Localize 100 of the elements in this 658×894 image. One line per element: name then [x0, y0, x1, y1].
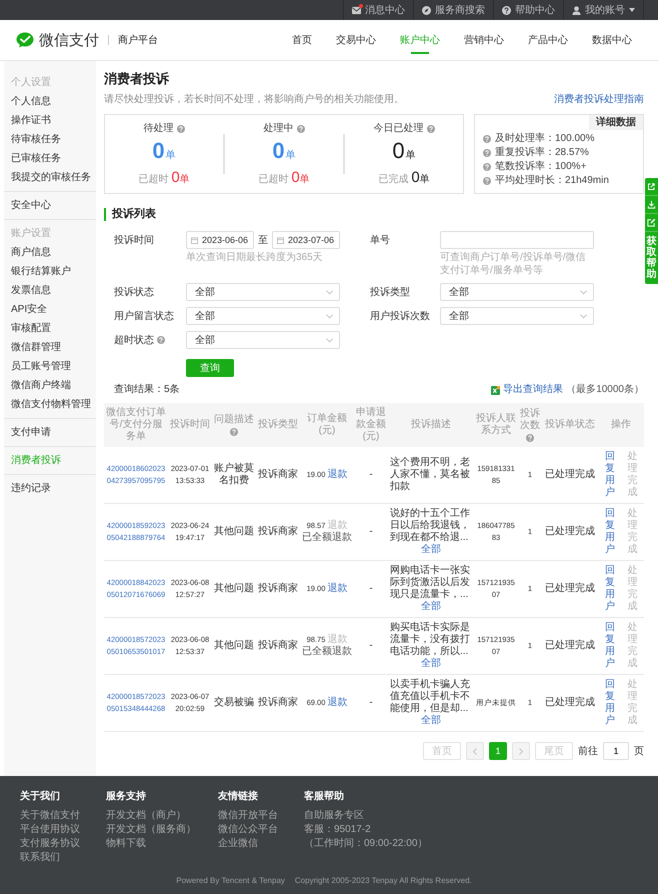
chevron-down-icon [326, 290, 333, 294]
sidebar-item[interactable]: 发票信息 [4, 281, 96, 300]
refund-link[interactable]: 退款 [327, 697, 348, 709]
column-header: 微信支付订单号/支付分服务单 [106, 407, 166, 442]
notice-text: 请尽快处理投诉，若长时间不处理，将影响商户号的相关功能使用。 [104, 93, 404, 106]
footer-link[interactable]: （工作时间：09:00-22:00） [304, 837, 428, 851]
footer-link[interactable]: 开发文档（商户） [106, 809, 186, 823]
reply-link[interactable]: 回复用户 [600, 451, 620, 499]
stat-text: 及时处理率：100.00% [495, 132, 594, 146]
date-field[interactable]: 2023-07-06 [272, 231, 340, 249]
select-field[interactable]: 全部 [186, 331, 340, 349]
stat-text: 平均处理时长：21h49min [495, 174, 609, 188]
description-text: 这个费用不明，老人家不懂，莫名被扣款 [390, 457, 471, 493]
footer-link[interactable]: 客服：95017-2 [304, 823, 371, 837]
sidebar-item[interactable]: API安全 [4, 300, 96, 319]
help-icon [483, 177, 491, 185]
sidebar-item[interactable]: 微信群管理 [4, 338, 96, 357]
sidebar-heading: 账户设置 [10, 226, 52, 241]
sidebar-item[interactable]: 审核配置 [4, 319, 96, 338]
sidebar-item[interactable]: 支付申请 [4, 423, 96, 442]
nav-tab[interactable]: 交易中心 [324, 20, 388, 60]
download-icon[interactable] [647, 200, 656, 209]
page-input[interactable]: 1 [603, 742, 629, 760]
sidebar-item[interactable]: 银行结算账户 [4, 262, 96, 281]
search-button[interactable]: 查询 [186, 359, 234, 377]
view-all-link[interactable]: 全部 [390, 715, 472, 727]
date-field[interactable]: 2023-06-06 [186, 231, 254, 249]
refund-amount-text: - [368, 526, 374, 538]
input-field[interactable] [440, 231, 594, 249]
top-bar-link[interactable]: 我的账号 [563, 0, 644, 20]
refund-link[interactable]: 退款 [327, 583, 348, 595]
view-all-link[interactable]: 全部 [390, 658, 472, 670]
field-hint: 单次查询日期最长跨度为365天 [186, 252, 324, 264]
result-count: 查询结果：5条 [113, 383, 180, 397]
nav-tab[interactable]: 产品中心 [516, 20, 580, 60]
filter-label: 单号 [370, 234, 390, 247]
refund-status-text: 已全额退款 [302, 532, 352, 544]
refund-amount-text: - [368, 469, 374, 481]
page-number-button[interactable]: 1 [489, 742, 507, 760]
sidebar-item[interactable]: 待审核任务 [4, 130, 96, 149]
sidebar-item[interactable]: 个人信息 [4, 92, 96, 111]
details-button[interactable]: 详细数据 [589, 115, 643, 130]
sidebar-item[interactable]: 我提交的审核任务 [4, 168, 96, 187]
calendar-icon [277, 236, 284, 244]
footer-link[interactable]: 物料下载 [106, 837, 146, 851]
help-icon [483, 135, 491, 143]
select-field[interactable]: 全部 [186, 283, 340, 301]
footer-link[interactable]: 企业微信 [218, 837, 258, 851]
select-field[interactable]: 全部 [440, 283, 594, 301]
nav-tab[interactable]: 首页 [280, 20, 324, 60]
view-all-link[interactable]: 全部 [390, 601, 472, 613]
spreadsheet-icon [491, 386, 500, 394]
top-bar-link[interactable]: 服务商搜索 [413, 0, 493, 20]
sidebar-item[interactable]: 操作证书 [4, 111, 96, 130]
issue-text: 其他问题 [214, 526, 254, 538]
footer-link[interactable]: 平台使用协议 [20, 823, 80, 837]
envelope-icon [352, 6, 361, 14]
footer-link[interactable]: 微信开放平台 [218, 809, 278, 823]
counter-label: 待处理 [144, 122, 174, 135]
range-separator: 至 [258, 234, 268, 247]
sidebar-item[interactable]: 已审核任务 [4, 149, 96, 168]
select-field[interactable]: 全部 [186, 307, 340, 325]
status-text: 已处理完成 [544, 526, 596, 538]
view-all-link[interactable]: 全部 [390, 544, 472, 556]
chevron-down-icon [326, 338, 333, 342]
footer-link[interactable]: 开发文档（服务商） [106, 823, 196, 837]
footer-link[interactable]: 关于微信支付 [20, 809, 80, 823]
logo-text: 微信支付 [39, 30, 99, 50]
external-link-icon[interactable] [647, 182, 656, 191]
sidebar-item[interactable]: 微信商户终端 [4, 376, 96, 395]
reply-link[interactable]: 回复用户 [600, 679, 620, 727]
top-bar-link[interactable]: 消息中心 [343, 0, 413, 20]
help-button[interactable]: 获取帮助 [646, 232, 656, 284]
sidebar-item[interactable]: 员工账号管理 [4, 357, 96, 376]
select-field[interactable]: 全部 [440, 307, 594, 325]
sidebar-item[interactable]: 微信支付物料管理 [4, 395, 96, 414]
filter-label: 投诉状态 [114, 286, 154, 299]
nav-tab[interactable]: 数据中心 [580, 20, 644, 60]
sidebar-item[interactable]: 违约记录 [4, 479, 96, 498]
nav-tab[interactable]: 营销中心 [452, 20, 516, 60]
footer-link[interactable]: 自助服务专区 [304, 809, 364, 823]
reply-link[interactable]: 回复用户 [600, 508, 620, 556]
reply-link[interactable]: 回复用户 [600, 565, 620, 613]
sidebar-item[interactable]: 消费者投诉 [4, 451, 96, 470]
column-header: 投诉单状态 [545, 419, 595, 430]
complaint-type-text: 投诉商家 [258, 583, 298, 595]
nav-tab[interactable]: 账户中心 [388, 20, 452, 60]
reply-link[interactable]: 回复用户 [600, 622, 620, 670]
powered-by-text: Powered By Tencent & Tenpay [176, 875, 285, 886]
sidebar-item[interactable]: 商户信息 [4, 243, 96, 262]
footer-link[interactable]: 支付服务协议 [20, 837, 80, 851]
top-bar-link[interactable]: 帮助中心 [493, 0, 563, 20]
guide-link[interactable]: 消费者投诉处理指南 [554, 93, 644, 106]
export-link[interactable]: 导出查询结果 [503, 383, 564, 397]
copyright-text: Copyright 2005-2023 Tenpay All Rights Reserved. [294, 875, 472, 886]
footer-link[interactable]: 微信公众平台 [218, 823, 278, 837]
refund-link[interactable]: 退款 [327, 469, 348, 481]
footer-link[interactable]: 联系我们 [20, 851, 60, 865]
edit-icon[interactable] [647, 218, 656, 227]
sidebar-item[interactable]: 安全中心 [4, 196, 96, 215]
